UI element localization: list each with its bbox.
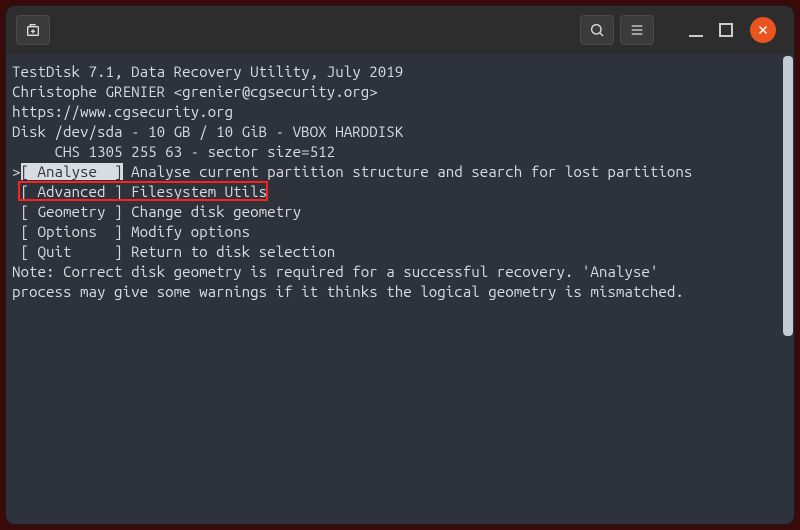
terminal-window: TestDisk 7.1, Data Recovery Utility, Jul…: [5, 5, 795, 525]
menu-desc: Analyse current partition structure and …: [123, 163, 693, 180]
terminal-content[interactable]: TestDisk 7.1, Data Recovery Utility, Jul…: [6, 54, 782, 524]
menu-desc: Filesystem Utils: [123, 183, 268, 200]
search-icon: [589, 22, 605, 38]
menu-label: [ Options ]: [21, 223, 123, 240]
scrollbar[interactable]: [782, 54, 794, 524]
maximize-button[interactable]: [714, 18, 738, 42]
menu-item[interactable]: [ Geometry ] Change disk geometry: [12, 202, 776, 222]
terminal-line: https://www.cgsecurity.org: [12, 102, 776, 122]
terminal-line: Disk /dev/sda - 10 GB / 10 GiB - VBOX HA…: [12, 122, 776, 142]
menu-desc: Change disk geometry: [123, 203, 302, 220]
menu-item[interactable]: [ Options ] Modify options: [12, 222, 776, 242]
terminal-body: TestDisk 7.1, Data Recovery Utility, Jul…: [6, 54, 794, 524]
newtab-icon: [25, 22, 41, 38]
terminal-line: TestDisk 7.1, Data Recovery Utility, Jul…: [12, 62, 776, 82]
menu-label: [ Advanced ]: [21, 183, 123, 200]
menu-item[interactable]: >[ Analyse ] Analyse current partition s…: [12, 162, 776, 182]
close-button[interactable]: [750, 17, 776, 43]
menu-label: [ Geometry ]: [21, 203, 123, 220]
titlebar: [6, 6, 794, 54]
scrollbar-thumb[interactable]: [783, 56, 793, 336]
minimize-icon: [684, 18, 708, 42]
terminal-line: process may give some warnings if it thi…: [12, 282, 776, 302]
menu-desc: Modify options: [123, 223, 251, 240]
minimize-button[interactable]: [684, 18, 708, 42]
new-tab-button[interactable]: [16, 15, 50, 45]
menu-label: [ Analyse ]: [21, 163, 123, 180]
terminal-line: CHS 1305 255 63 - sector size=512: [12, 142, 776, 162]
terminal-line: Christophe GRENIER <grenier@cgsecurity.o…: [12, 82, 776, 102]
close-icon: [756, 23, 770, 37]
search-button[interactable]: [580, 15, 614, 45]
hamburger-menu-button[interactable]: [620, 15, 654, 45]
menu-label: [ Quit ]: [21, 243, 123, 260]
terminal-line: Note: Correct disk geometry is required …: [12, 262, 776, 282]
menu-desc: Return to disk selection: [123, 243, 336, 260]
menu-icon: [629, 22, 645, 38]
menu-item[interactable]: [ Quit ] Return to disk selection: [12, 242, 776, 262]
menu-item[interactable]: [ Advanced ] Filesystem Utils: [12, 182, 776, 202]
maximize-icon: [714, 18, 738, 42]
